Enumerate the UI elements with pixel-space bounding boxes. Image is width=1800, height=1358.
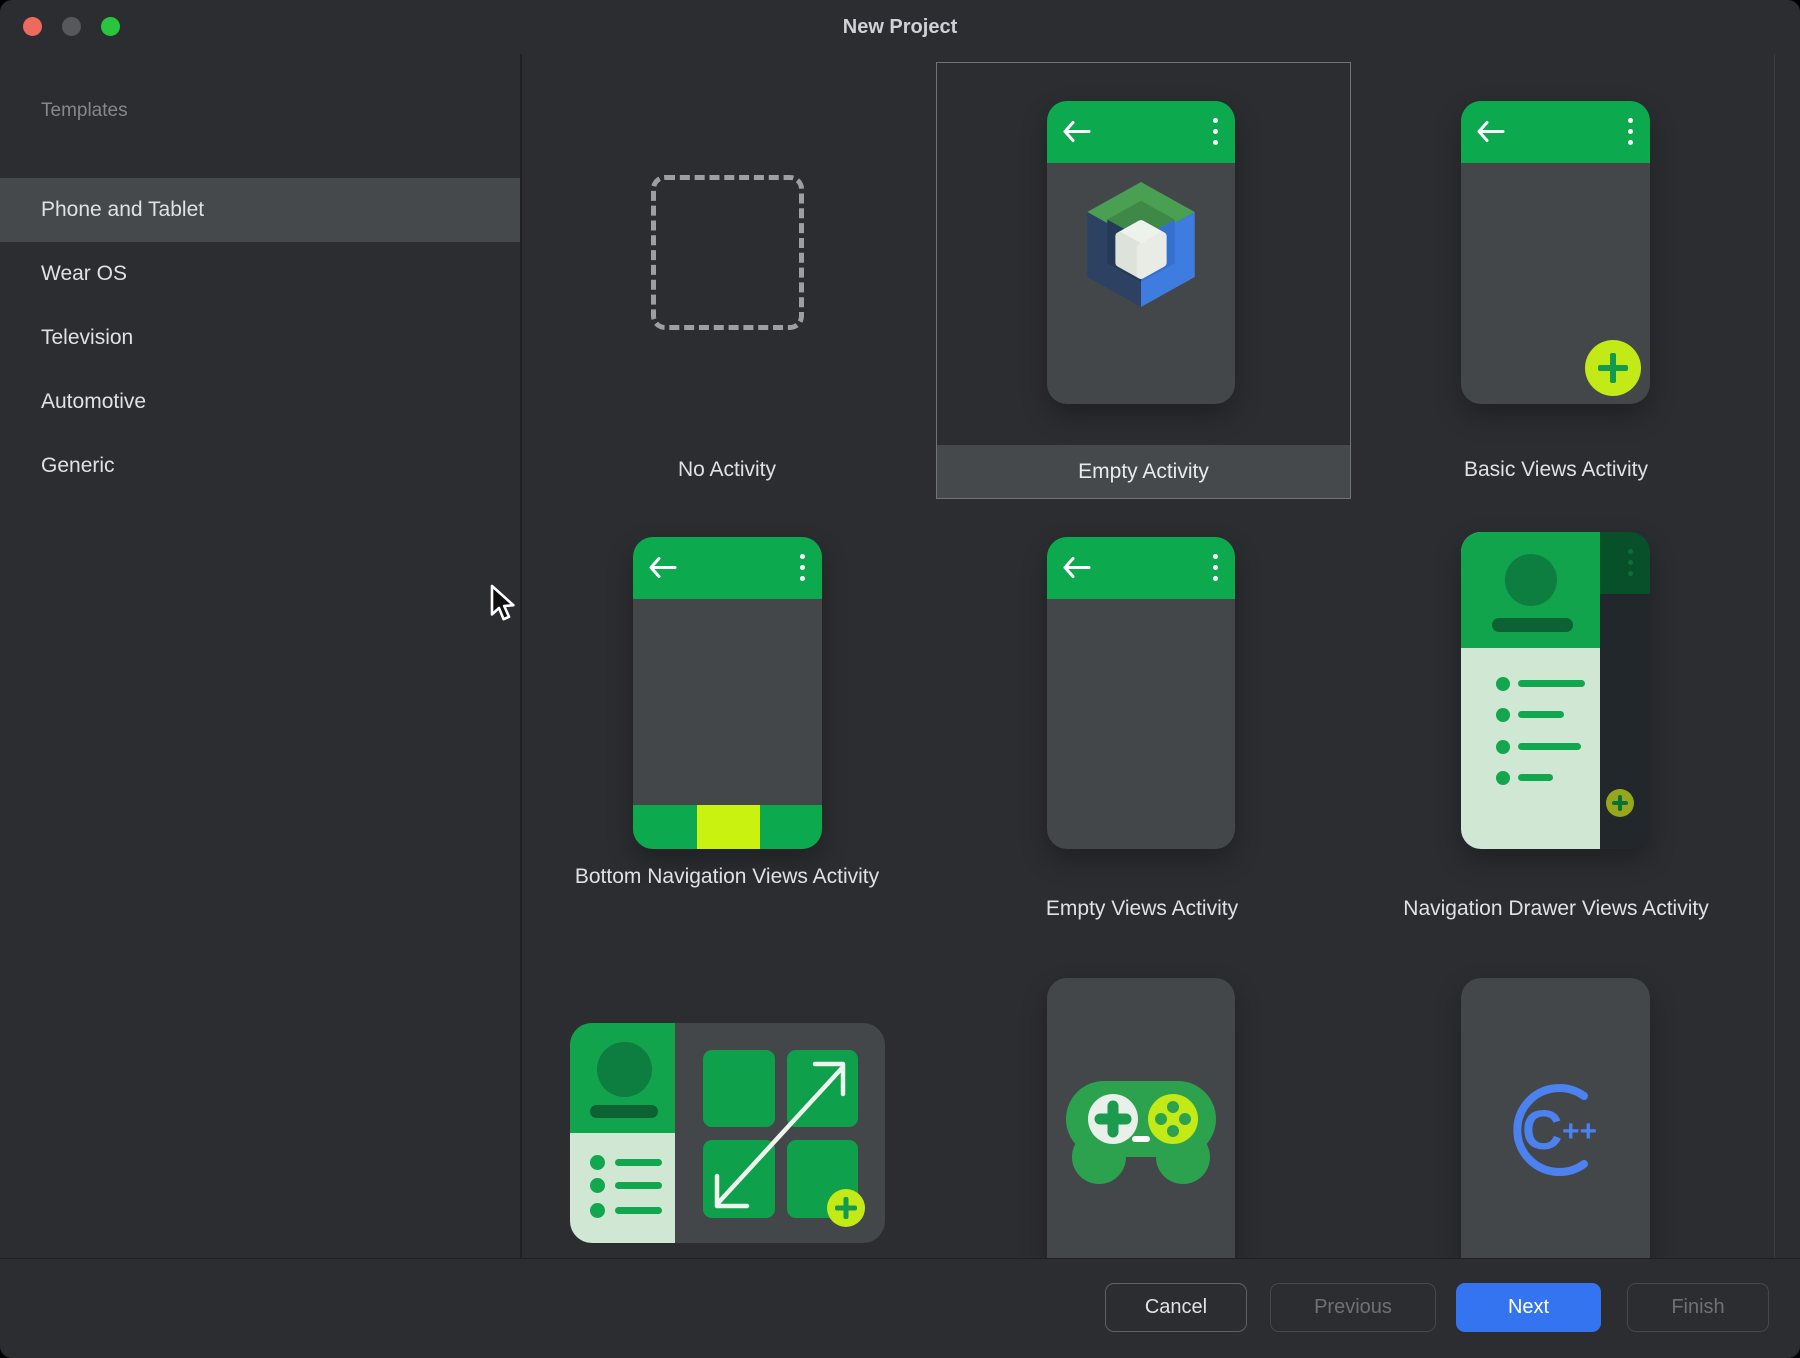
template-card-native-cpp[interactable]: C ++ bbox=[1461, 978, 1650, 1258]
compose-logo-icon bbox=[1078, 177, 1204, 317]
kebab-menu-icon bbox=[1628, 118, 1633, 145]
phone-appbar bbox=[633, 537, 822, 599]
phone-mockup-empty-activity bbox=[1047, 101, 1235, 404]
phone-appbar bbox=[1047, 537, 1235, 599]
drawer-list-line bbox=[1518, 711, 1564, 718]
cancel-button[interactable]: Cancel bbox=[1105, 1283, 1247, 1332]
avatar-icon bbox=[1505, 554, 1557, 606]
responsive-drawer-header bbox=[570, 1023, 675, 1133]
gamepad-icon bbox=[1061, 1073, 1221, 1188]
template-grid: No Activity bbox=[522, 54, 1800, 1258]
kebab-menu-icon bbox=[1628, 549, 1633, 576]
drawer-list-line bbox=[615, 1207, 662, 1214]
drawer-username-bar bbox=[1492, 618, 1573, 632]
drawer-list-line bbox=[615, 1159, 662, 1166]
template-card-no-activity[interactable] bbox=[651, 175, 804, 330]
svg-text:++: ++ bbox=[1562, 1115, 1597, 1148]
drawer-list-line bbox=[1518, 774, 1553, 781]
card-label-bottom-navigation: Bottom Navigation Views Activity bbox=[562, 860, 892, 894]
back-arrow-icon bbox=[1476, 120, 1506, 143]
template-card-empty-views[interactable] bbox=[1047, 537, 1235, 849]
fab-plus-icon bbox=[1585, 340, 1641, 396]
template-card-bottom-navigation[interactable] bbox=[633, 537, 822, 849]
footer: Cancel Previous Next Finish bbox=[0, 1258, 1800, 1358]
cpp-logo-icon: C ++ bbox=[1496, 1083, 1616, 1177]
content-right-divider bbox=[1774, 54, 1775, 1258]
drawer-header bbox=[1461, 532, 1600, 648]
responsive-drawer-list bbox=[570, 1133, 675, 1243]
new-project-dialog: New Project Templates Phone and Tablet W… bbox=[0, 0, 1800, 1358]
card-label-no-activity: No Activity bbox=[577, 458, 877, 482]
sidebar-item-phone-and-tablet[interactable]: Phone and Tablet bbox=[0, 178, 520, 242]
window-title: New Project bbox=[0, 0, 1800, 54]
kebab-menu-icon bbox=[800, 554, 805, 581]
sidebar-item-television[interactable]: Television bbox=[0, 306, 520, 370]
card-label-empty-activity: Empty Activity bbox=[937, 445, 1350, 498]
fab-plus-icon-dim bbox=[1606, 789, 1634, 817]
template-card-empty-activity[interactable]: Empty Activity bbox=[936, 62, 1351, 499]
back-arrow-icon bbox=[648, 556, 678, 579]
next-button[interactable]: Next bbox=[1456, 1283, 1601, 1332]
drawer-list-bullet bbox=[590, 1203, 605, 1218]
sidebar-item-wear-os[interactable]: Wear OS bbox=[0, 242, 520, 306]
kebab-menu-icon bbox=[1213, 554, 1218, 581]
drawer-list-line bbox=[1518, 680, 1585, 687]
nav-drawer-panel bbox=[1461, 532, 1600, 849]
svg-text:C: C bbox=[1522, 1098, 1562, 1161]
kebab-menu-icon bbox=[1213, 118, 1218, 145]
card-label-empty-views: Empty Views Activity bbox=[992, 897, 1292, 921]
avatar-icon bbox=[597, 1042, 652, 1097]
template-card-responsive[interactable] bbox=[570, 1023, 885, 1243]
card-label-basic-views: Basic Views Activity bbox=[1406, 458, 1706, 482]
responsive-username-bar bbox=[590, 1105, 658, 1118]
fab-plus-icon bbox=[827, 1189, 865, 1227]
drawer-list-bullet bbox=[1496, 708, 1510, 722]
sidebar-item-automotive[interactable]: Automotive bbox=[0, 370, 520, 434]
drawer-list-bullet bbox=[1496, 771, 1510, 785]
back-arrow-icon bbox=[1062, 556, 1092, 579]
titlebar: New Project bbox=[0, 0, 1800, 54]
template-card-basic-views-activity[interactable] bbox=[1461, 101, 1650, 404]
drawer-list-bullet bbox=[590, 1155, 605, 1170]
template-card-navigation-drawer[interactable] bbox=[1461, 532, 1650, 849]
back-arrow-icon bbox=[1062, 120, 1092, 143]
drawer-list-line bbox=[1518, 743, 1581, 750]
sidebar: Templates Phone and Tablet Wear OS Telev… bbox=[0, 54, 522, 1358]
bottom-nav-bar bbox=[633, 805, 822, 849]
phone-appbar bbox=[1047, 101, 1235, 163]
finish-button[interactable]: Finish bbox=[1627, 1283, 1769, 1332]
drawer-list-line bbox=[615, 1182, 662, 1189]
card-label-navigation-drawer: Navigation Drawer Views Activity bbox=[1346, 897, 1766, 921]
previous-button[interactable]: Previous bbox=[1270, 1283, 1436, 1332]
templates-header: Templates bbox=[41, 100, 128, 122]
phone-appbar bbox=[1461, 101, 1650, 163]
drawer-list-bullet bbox=[1496, 677, 1510, 691]
cursor-pointer-icon bbox=[489, 584, 517, 629]
drawer-list-bullet bbox=[590, 1178, 605, 1193]
template-card-game-activity[interactable] bbox=[1047, 978, 1235, 1258]
drawer-list-bullet bbox=[1496, 740, 1510, 754]
sidebar-item-generic[interactable]: Generic bbox=[0, 434, 520, 498]
bottom-nav-selected-tab bbox=[697, 805, 760, 849]
